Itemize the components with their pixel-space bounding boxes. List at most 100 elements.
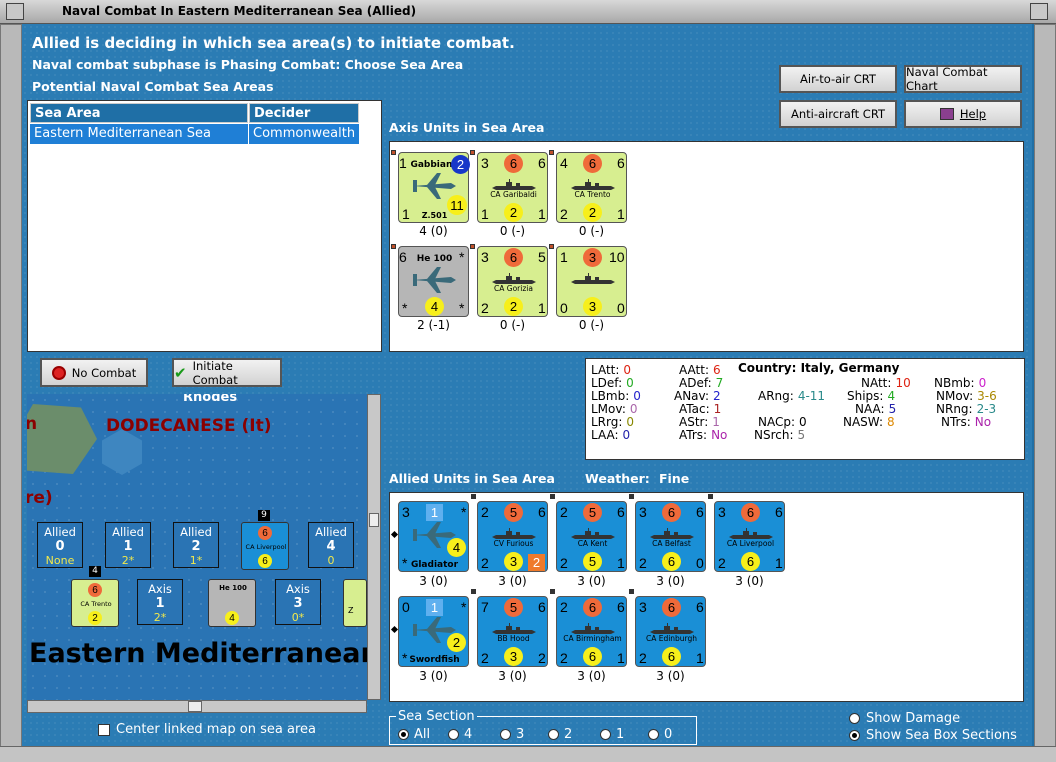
axis-counter[interactable]: 6 He 100 * * 4 * [398,246,469,317]
sea-section-radio[interactable] [398,729,409,740]
top-right-value: 6 [696,599,704,615]
counter-caption: 4 (0) [419,224,448,238]
mini-counter-liverpool[interactable]: 6 CA Liverpool 6 [241,522,289,570]
stat-value: 5 [888,402,897,416]
allied-counter[interactable]: 0 1 * 2 * Swordfish [398,596,469,667]
stat-item: NTrs: No [941,415,991,429]
unit-name: CA Garibaldi [490,190,537,199]
sea-section-option[interactable]: All [398,727,430,742]
help-label: Help [959,107,987,121]
unit-name: CA Birmingham [563,634,622,643]
sea-section-radio[interactable] [500,729,511,740]
sea-section-radio[interactable] [648,729,659,740]
sea-box[interactable]: Allied 1 2* [105,522,151,568]
sea-section-radio[interactable] [548,729,559,740]
bottom-mid-value: 3 [583,297,602,316]
sea-box[interactable]: Axis 1 2* [137,579,183,625]
top-right-value: * [461,599,467,615]
allied-counter[interactable]: 2 6 6 CA Birmingham 2 6 1 [556,596,627,667]
window-title: Naval Combat In Eastern Mediterranean Se… [62,4,417,18]
sea-box[interactable]: Axis 3 0* [275,579,321,625]
sea-section-option-label: 0 [664,727,673,742]
sea-section-option[interactable]: 3 [500,727,524,742]
bottom-left-value: 2 [639,650,647,666]
sea-section-option[interactable]: 4 [448,727,472,742]
bottom-mid-value: 3 [504,552,523,571]
bottom-right-value: 1 [538,206,546,222]
close-icon[interactable] [1030,3,1048,20]
counter-marker [550,589,555,594]
no-combat-button[interactable]: No Combat [40,358,148,387]
sea-box[interactable]: Allied 4 0 [308,522,354,568]
show-sea-box-option[interactable]: Show Sea Box Sections [849,728,1017,743]
counter-marker [391,150,396,155]
sea-box[interactable]: Allied 0 None [37,522,83,568]
show-damage-option[interactable]: Show Damage [849,711,960,726]
allied-counter[interactable]: 3 1 * 4 * Gladiator [398,501,469,572]
stat-value: 1 [712,415,720,429]
system-menu-icon[interactable] [6,3,24,20]
allied-units-label: Allied Units in Sea Area [389,471,555,486]
sea-section-option[interactable]: 1 [600,727,624,742]
map-vertical-scrollbar[interactable] [367,394,381,700]
sea-box-value: 2* [153,611,167,624]
cell-decider: Commonwealth [249,124,359,144]
col-sea-area[interactable]: Sea Area [30,103,248,123]
axis-counter[interactable]: 1 Gabbiano 2 11 1 Z.501 [398,152,470,223]
bottom-mid-value: 2 [583,203,602,222]
allied-counter[interactable]: 2 5 6 CV Furious 2 3 2 [477,501,548,572]
mini-name: CA Trento [80,600,112,608]
help-button[interactable]: Help [904,100,1022,128]
linked-map[interactable]: Rhodes n DODECANESE (It) re) Allied 0 None… [27,394,367,700]
axis-counter[interactable]: 3 6 5 CA Gorizia 2 2 1 [477,246,548,317]
allied-counter[interactable]: 3 6 6 CA Edinburgh 2 6 1 [635,596,706,667]
counter-caption: 3 (0) [419,669,448,683]
stat-item: LRrg: 0 [591,415,634,429]
stat-key: ANav: [674,389,710,403]
sea-section-radio[interactable] [600,729,611,740]
allied-units-panel: 3 1 * 4 * Gladiator 3 (0) 2 5 6 CV Furious 2 3 2 3 (0)… [389,492,1024,702]
allied-counter[interactable]: 2 5 6 CA Kent 2 5 1 [556,501,627,572]
col-decider[interactable]: Decider [249,103,359,123]
sea-box-side: Allied [44,525,76,539]
mini-counter-trento[interactable]: 6 CA Trento 2 [71,579,119,627]
stat-value: 4-11 [797,389,826,403]
sea-section-option[interactable]: 2 [548,727,572,742]
mini-counter-he100[interactable]: He 100 4 [208,579,256,627]
horizontal-scroll-thumb[interactable] [188,701,202,712]
sea-box[interactable]: Allied 2 1* [173,522,219,568]
initiate-combat-button[interactable]: ✔ Initiate Combat [172,358,282,387]
unit-name: Z.501 [421,211,448,220]
show-sea-box-radio[interactable] [849,730,860,741]
unit-name: Swordfish [409,655,460,665]
sea-section-radio[interactable] [448,729,459,740]
show-damage-radio[interactable] [849,713,860,724]
bottom-left-value: 2 [718,555,726,571]
stat-key: NSrch: [754,428,794,442]
map-horizontal-scrollbar[interactable] [27,700,367,713]
allied-counter[interactable]: 7 5 6 BB Hood 2 3 2 [477,596,548,667]
vertical-scroll-thumb[interactable] [369,513,379,527]
stat-item: ATrs: No [679,428,727,442]
center-linked-checkbox[interactable] [98,723,110,736]
allied-counter[interactable]: 3 6 6 CA Liverpool 2 6 1 [714,501,785,572]
stat-key: AStr: [679,415,709,429]
naval-combat-chart-button[interactable]: Naval Combat Chart [904,65,1022,93]
sea-section-option[interactable]: 0 [648,727,672,742]
anti-aircraft-crt-button[interactable]: Anti-aircraft CRT [779,100,897,128]
axis-counter[interactable]: 4 6 6 CA Trento 2 2 1 [556,152,627,223]
axis-counter[interactable]: 1 3 10 0 3 0 [556,246,627,317]
center-linked-option[interactable]: Center linked map on sea area [98,722,316,737]
axis-counter[interactable]: 3 6 6 CA Garibaldi 1 2 1 [477,152,548,223]
stat-value: 2 [713,389,721,403]
stat-key: NASW: [843,415,884,429]
mini-counter-z[interactable]: Z [343,579,367,627]
stat-item: LAtt: 0 [591,363,631,377]
allied-counter[interactable]: 3 6 6 CA Belfast 2 6 0 [635,501,706,572]
top-left-value: 1 [560,249,568,265]
sea-box-number: 2 [191,539,201,554]
sea-box-value: 0* [291,611,305,624]
air-to-air-crt-button[interactable]: Air-to-air CRT [779,65,897,93]
stat-key: NACp: [758,415,796,429]
ship-silhouette-icon [571,273,615,284]
